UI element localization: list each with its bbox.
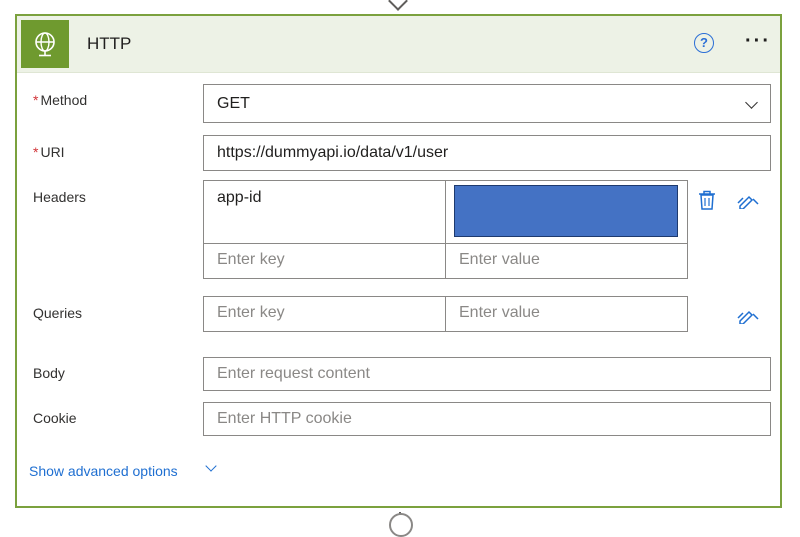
headers-table: app-id Enter key Enter value bbox=[203, 180, 688, 279]
required-marker: * bbox=[33, 144, 39, 160]
switch-to-text-mode-icon[interactable] bbox=[737, 193, 759, 209]
add-step-icon[interactable] bbox=[389, 513, 413, 537]
cookie-label: Cookie bbox=[33, 410, 77, 426]
queries-table: Enter key Enter value bbox=[203, 296, 688, 332]
uri-label-text: URI bbox=[40, 144, 65, 160]
header-key-cell[interactable]: app-id bbox=[204, 189, 444, 239]
chevron-down-icon bbox=[745, 96, 758, 109]
chevron-down-icon[interactable] bbox=[205, 460, 217, 472]
method-label-text: Method bbox=[40, 92, 88, 108]
uri-input[interactable]: https://dummyapi.io/data/v1/user bbox=[203, 135, 771, 171]
delete-icon[interactable] bbox=[698, 190, 716, 210]
body-placeholder: Enter request content bbox=[217, 365, 370, 382]
query-key-input[interactable]: Enter key bbox=[204, 304, 444, 322]
header-value-input[interactable]: Enter value bbox=[446, 251, 686, 269]
help-circle-icon[interactable]: ? bbox=[694, 33, 714, 53]
header-value-redacted[interactable] bbox=[454, 185, 678, 237]
method-dropdown[interactable]: GET bbox=[203, 84, 771, 123]
method-label: * Method bbox=[33, 92, 87, 108]
uri-value: https://dummyapi.io/data/v1/user bbox=[217, 144, 449, 161]
http-action-card: HTTP ? ··· * Method GET * URI https://dumm… bbox=[15, 14, 782, 508]
card-header[interactable]: HTTP ? ··· bbox=[17, 16, 780, 73]
uri-label: * URI bbox=[33, 144, 65, 160]
more-horizontal-icon[interactable]: ··· bbox=[745, 30, 771, 53]
method-value: GET bbox=[217, 94, 250, 112]
header-key-input[interactable]: Enter key bbox=[204, 251, 444, 269]
body-label: Body bbox=[33, 365, 65, 381]
cookie-placeholder: Enter HTTP cookie bbox=[217, 410, 352, 427]
row-divider bbox=[204, 243, 687, 244]
query-value-input[interactable]: Enter value bbox=[446, 304, 686, 322]
body-input[interactable]: Enter request content bbox=[203, 357, 771, 391]
flow-arrow-icon bbox=[388, 0, 408, 11]
cookie-input[interactable]: Enter HTTP cookie bbox=[203, 402, 771, 436]
globe-icon bbox=[21, 20, 69, 68]
queries-label: Queries bbox=[33, 305, 83, 321]
headers-label: Headers bbox=[33, 189, 86, 205]
required-marker: * bbox=[33, 92, 39, 108]
show-advanced-options-link[interactable]: Show advanced options bbox=[29, 463, 178, 479]
card-title: HTTP bbox=[87, 34, 132, 53]
switch-to-text-mode-icon[interactable] bbox=[737, 308, 759, 324]
